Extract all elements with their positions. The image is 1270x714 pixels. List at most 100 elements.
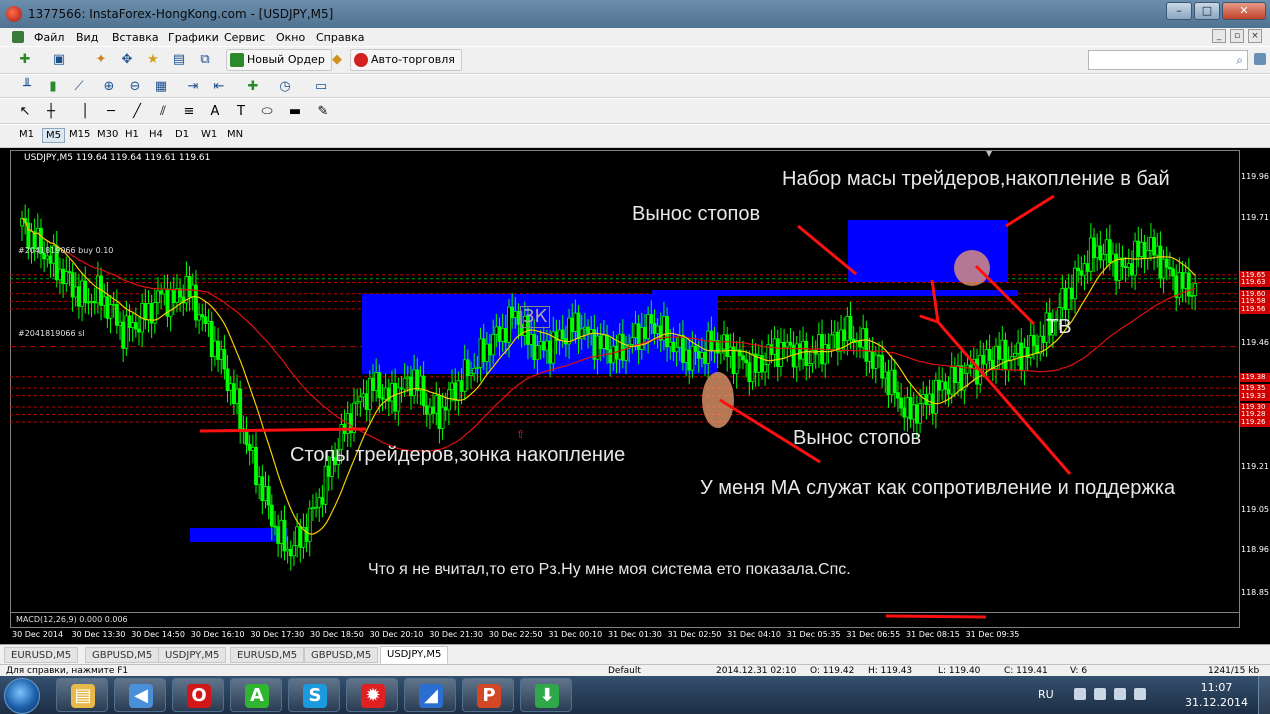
time-axis[interactable]: 30 Dec 2014 30 Dec 13:30 30 Dec 14:50 30 De… (10, 628, 1239, 642)
help-icon[interactable] (1254, 53, 1266, 65)
search-input[interactable]: ⌕ (1088, 50, 1248, 70)
text-icon[interactable]: A (206, 103, 224, 121)
auto-trading-button[interactable]: Авто-торговля (350, 49, 462, 71)
clock[interactable]: 11:07 31.12.2014 (1185, 680, 1248, 710)
chart-window[interactable]: ⇧ ▼ USDJPY,M5 119.64 119.64 119.61 119.61… (10, 150, 1270, 642)
channel-icon[interactable]: ⫽ (154, 103, 172, 121)
arrows-icon[interactable]: ✎ (314, 103, 332, 121)
zoom-in-icon[interactable]: ⊕ (100, 78, 118, 96)
strategy-tester-icon[interactable]: ⧉ (196, 51, 214, 69)
candlestick-icon[interactable]: ▮ (44, 78, 62, 96)
ellipse-icon[interactable]: ⬭ (258, 103, 276, 121)
taskbar-shield-app[interactable]: ⬇ (520, 678, 572, 712)
cursor-icon[interactable]: ↖ (16, 103, 34, 121)
taskbar-a-app[interactable]: A (230, 678, 282, 712)
timeframe-m5[interactable]: M5 (42, 128, 65, 143)
tab-gbpusd-m5[interactable]: GBPUSD,M5 (85, 647, 160, 663)
tab-eurusd-m5[interactable]: EURUSD,M5 (4, 647, 79, 663)
language-indicator[interactable]: RU (1038, 688, 1054, 701)
timeframe-h1[interactable]: H1 (122, 128, 142, 141)
bar-chart-icon[interactable]: ╨ (18, 78, 36, 96)
candle-body (412, 369, 417, 397)
trendline-icon[interactable]: ╱ (128, 103, 146, 121)
taskbar-media-player[interactable]: ◀ (114, 678, 166, 712)
title-bar[interactable]: 1377566: InstaForex-HongKong.com - [USDJ… (0, 0, 1270, 28)
network-icon[interactable] (1094, 688, 1106, 700)
horizontal-line-icon[interactable]: ─ (102, 103, 120, 121)
menu-file[interactable]: Файл (34, 31, 64, 44)
flag-icon[interactable] (1134, 688, 1146, 700)
chart-shift-icon[interactable]: ⇤ (210, 78, 228, 96)
mdi-minimize-button[interactable]: _ (1212, 29, 1226, 43)
text-label-icon[interactable]: T (232, 103, 250, 121)
candle-body (108, 304, 113, 319)
menu-insert[interactable]: Вставка (112, 31, 159, 44)
show-desktop-button[interactable] (1258, 676, 1270, 714)
candle-body (728, 346, 733, 357)
time-tick: 30 Dec 13:30 (71, 630, 126, 639)
profiles-icon[interactable]: ▣ (50, 51, 68, 69)
new-chart-icon[interactable]: ✚ (16, 51, 34, 69)
timeframe-w1[interactable]: W1 (198, 128, 220, 141)
tab-usdjpy-m5[interactable]: USDJPY,M5 (158, 647, 227, 663)
fibonacci-icon[interactable]: ≡ (180, 103, 198, 121)
close-button[interactable]: ✕ (1222, 2, 1266, 20)
auto-scroll-icon[interactable]: ⇥ (184, 78, 202, 96)
candle-body (975, 358, 979, 385)
menu-view[interactable]: Вид (76, 31, 98, 44)
vertical-line-icon[interactable]: │ (76, 103, 94, 121)
tile-windows-icon[interactable]: ▦ (152, 78, 170, 96)
mdi-close-button[interactable]: × (1248, 29, 1262, 43)
navigator-icon[interactable]: ★ (144, 51, 162, 69)
data-window-icon[interactable]: ✥ (118, 51, 136, 69)
tab-usdjpy-m5-active[interactable]: USDJPY,M5 (380, 646, 449, 664)
menu-help[interactable]: Справка (316, 31, 364, 44)
candle-body (747, 362, 752, 383)
timeframe-m30[interactable]: M30 (94, 128, 121, 141)
market-watch-icon[interactable]: ✦ (92, 51, 110, 69)
periods-icon[interactable]: ◷ (276, 78, 294, 96)
new-order-button[interactable]: Новый Ордер (226, 49, 332, 71)
time-tick: 31 Dec 09:35 (965, 630, 1020, 639)
price-axis[interactable]: 119.96 119.71 119.46 119.21 119.05 118.96 118.… (1239, 150, 1270, 642)
start-button[interactable] (4, 678, 40, 714)
tab-eurusd-m5-2[interactable]: EURUSD,M5 (230, 647, 305, 663)
menu-window[interactable]: Окно (276, 31, 305, 44)
line-chart-icon[interactable]: ⟋ (70, 78, 88, 96)
maximize-button[interactable]: □ (1194, 2, 1220, 20)
taskbar-gear-app[interactable]: ✹ (346, 678, 398, 712)
timeframe-mn[interactable]: MN (224, 128, 246, 141)
expert-icon[interactable]: ◆ (328, 51, 346, 69)
mdi-restore-button[interactable]: ▫ (1230, 29, 1244, 43)
menu-tools[interactable]: Сервис (224, 31, 265, 44)
timeframe-m15[interactable]: M15 (66, 128, 93, 141)
timeframe-m1[interactable]: M1 (16, 128, 37, 141)
time-tick: 30 Dec 16:10 (190, 630, 245, 639)
timeframe-d1[interactable]: D1 (172, 128, 192, 141)
taskbar-powerpoint[interactable]: P (462, 678, 514, 712)
indicators-icon[interactable]: ✚ (244, 78, 262, 96)
candle-body (835, 331, 840, 352)
candle-body (133, 322, 138, 330)
terminal-icon[interactable]: ▤ (170, 51, 188, 69)
minimize-button[interactable]: – (1166, 2, 1192, 20)
candle-body (1126, 263, 1131, 268)
zoom-out-icon[interactable]: ⊖ (126, 78, 144, 96)
candle-body (734, 349, 739, 374)
crosshair-icon[interactable]: ┼ (42, 103, 60, 121)
templates-icon[interactable]: ▭ (312, 78, 330, 96)
candle-body (911, 404, 916, 420)
candle-body (89, 301, 94, 303)
candle-body (105, 296, 110, 319)
tray-arrow-icon[interactable] (1074, 688, 1086, 700)
taskbar-skype[interactable]: S (288, 678, 340, 712)
menu-charts[interactable]: Графики (168, 31, 219, 44)
taskbar-opera-browser[interactable]: O (172, 678, 224, 712)
rectangle-icon[interactable]: ▬ (286, 103, 304, 121)
tab-gbpusd-m5-2[interactable]: GBPUSD,M5 (304, 647, 379, 663)
taskbar-file-explorer[interactable]: ▤ (56, 678, 108, 712)
timeframe-h4[interactable]: H4 (146, 128, 166, 141)
accumulation-zone-label: ЗК (520, 306, 551, 328)
taskbar-terminal-app[interactable]: ◢ (404, 678, 456, 712)
volume-icon[interactable] (1114, 688, 1126, 700)
